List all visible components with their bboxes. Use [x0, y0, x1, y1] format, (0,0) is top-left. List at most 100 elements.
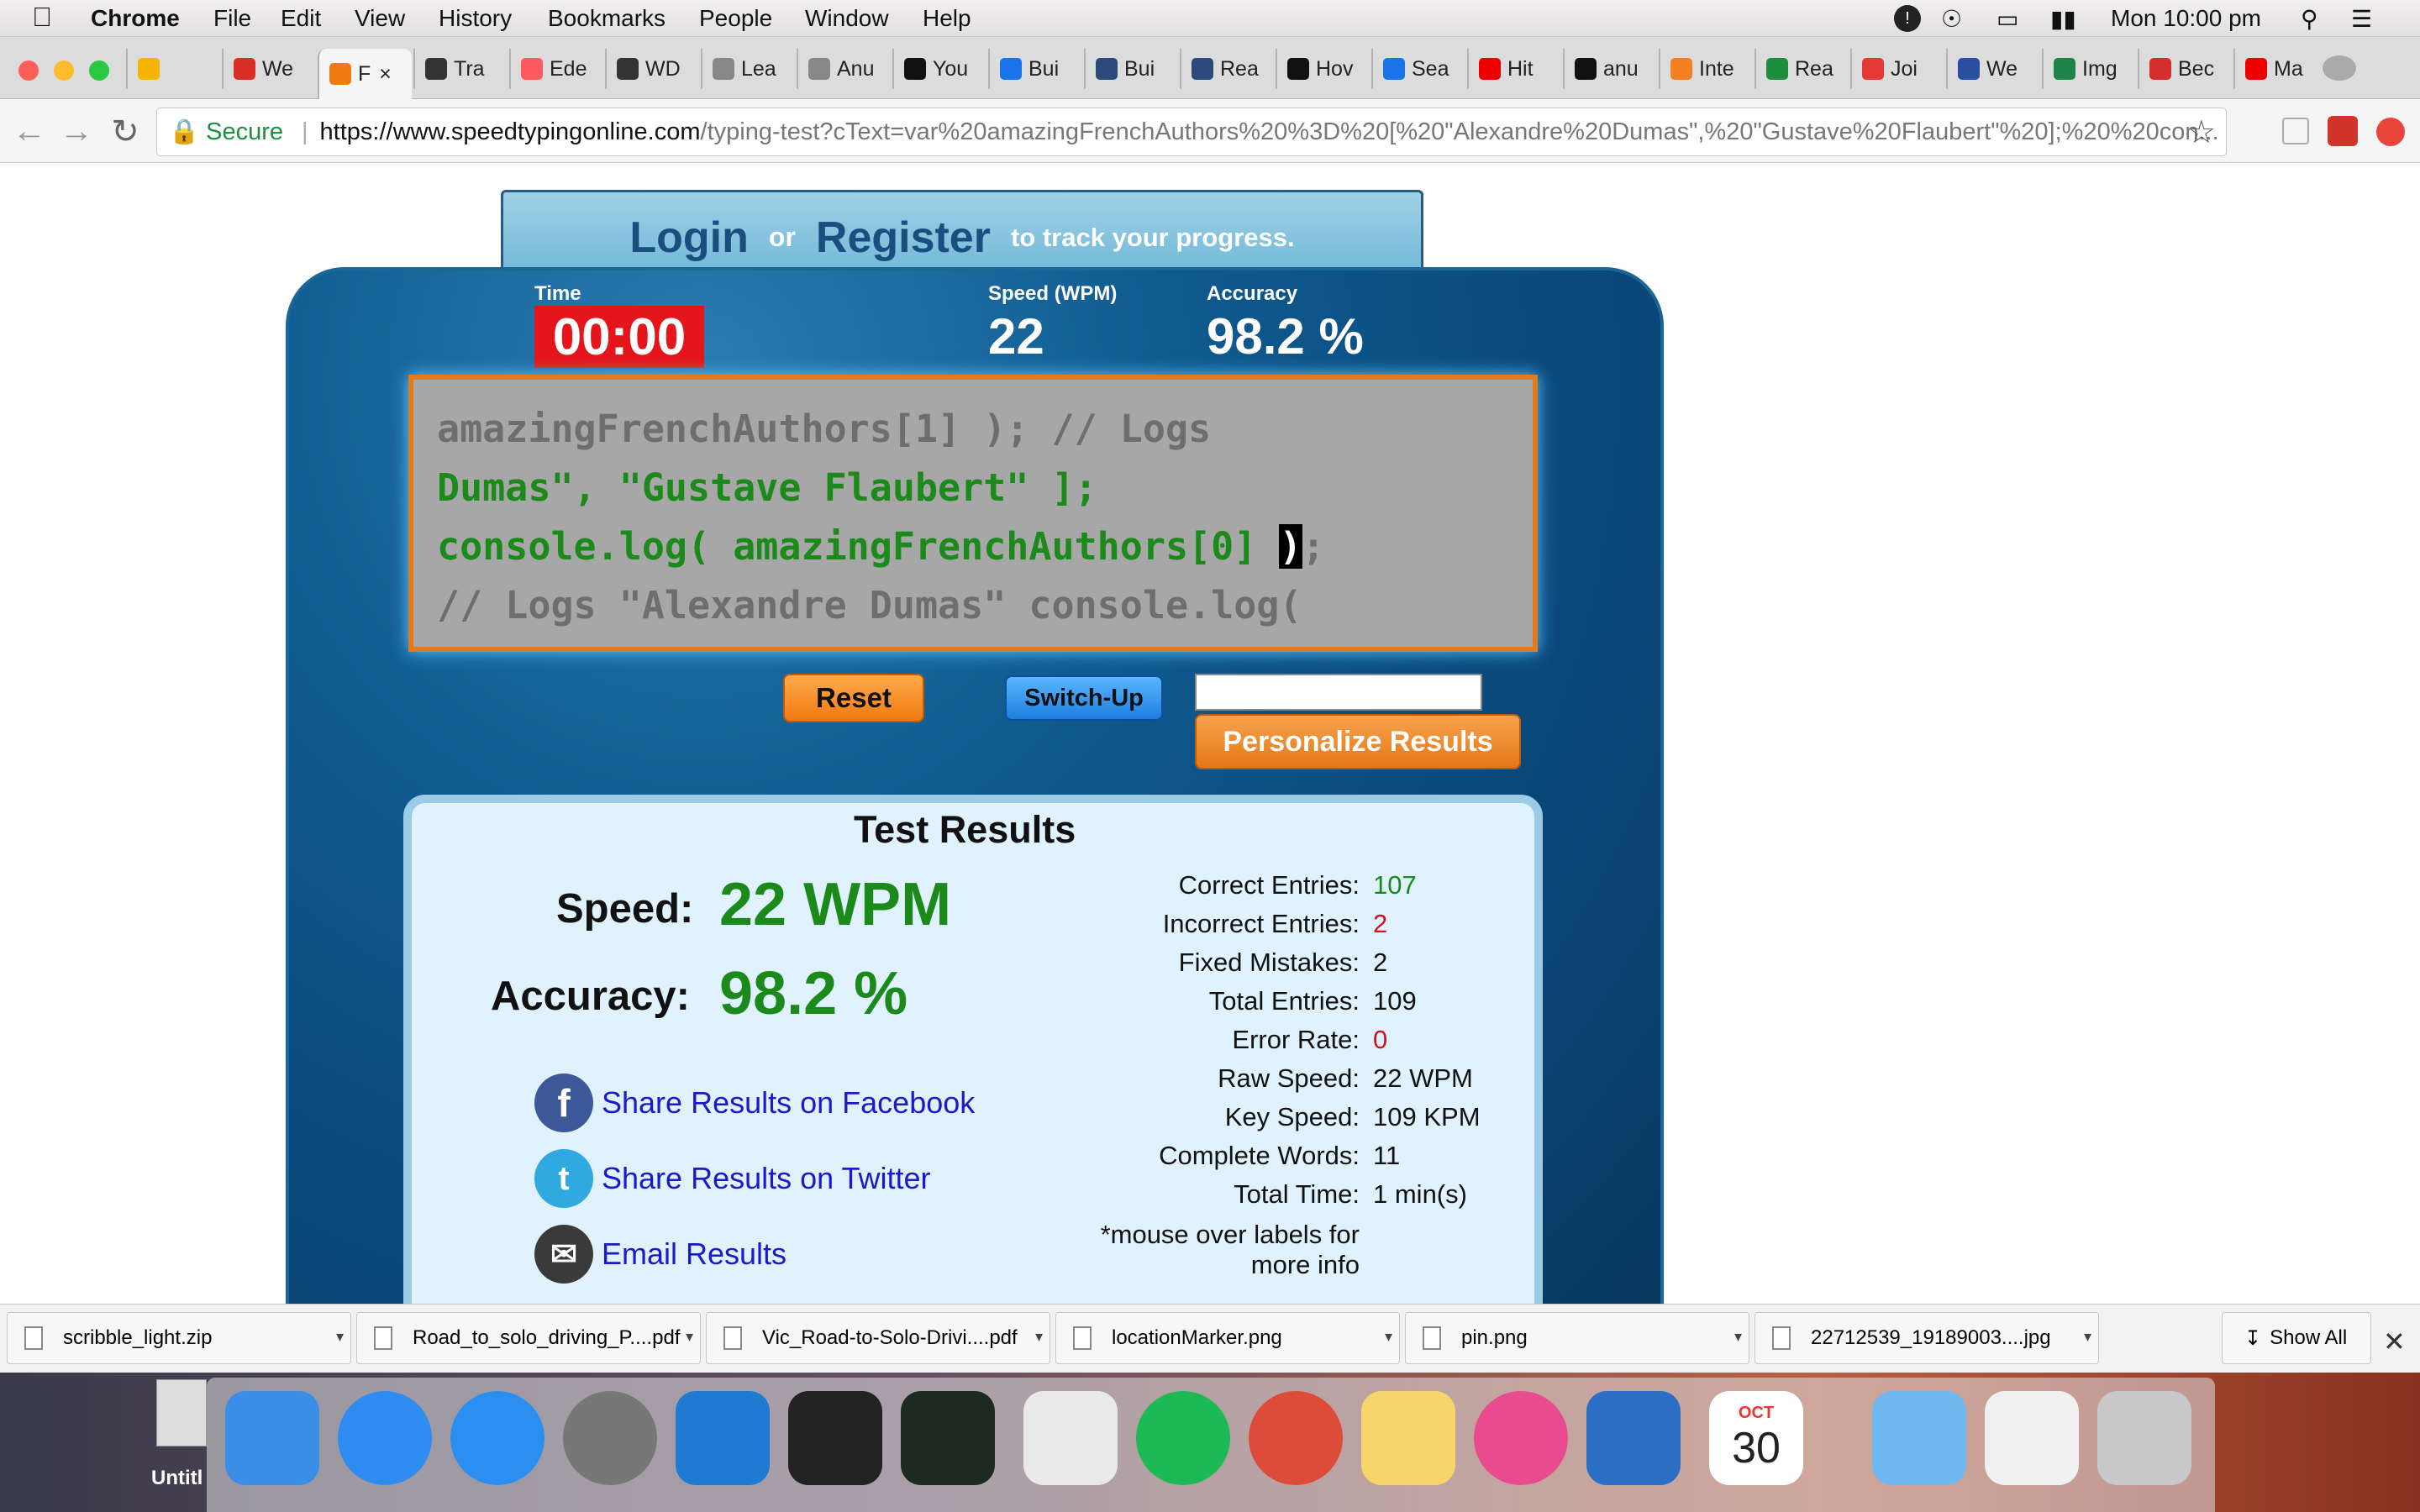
- download-menu-chevron-icon[interactable]: ▾: [2084, 1328, 2091, 1346]
- menu-history[interactable]: History: [439, 5, 512, 32]
- maximize-window-icon[interactable]: [89, 60, 109, 81]
- tab-4[interactable]: Ede: [509, 49, 603, 89]
- airplay-icon[interactable]: ▭: [1996, 5, 2018, 33]
- download-item[interactable]: Road_to_solo_driving_P....pdf ▾: [356, 1312, 701, 1364]
- download-item[interactable]: 22712539_19189003....jpg ▾: [1754, 1312, 2099, 1364]
- tab-21[interactable]: Bec: [2138, 49, 2232, 89]
- apple-icon[interactable]: : [32, 2, 52, 33]
- personalize-results-button[interactable]: Personalize Results: [1195, 714, 1521, 769]
- stat-label[interactable]: Error Rate:: [1232, 1025, 1360, 1055]
- extension-alert-icon[interactable]: [2376, 118, 2405, 146]
- menu-file[interactable]: File: [213, 5, 251, 32]
- vscode-icon[interactable]: [676, 1391, 770, 1485]
- register-link[interactable]: Register: [816, 213, 991, 263]
- stat-label[interactable]: Total Entries:: [1209, 986, 1360, 1016]
- tab-22[interactable]: Ma: [2233, 49, 2328, 89]
- close-window-icon[interactable]: [18, 60, 39, 81]
- desktop-file-thumbnail[interactable]: [156, 1379, 207, 1446]
- address-bar[interactable]: 🔒 Secure | https://www.speedtypingonline…: [156, 108, 2227, 156]
- tab-1[interactable]: We: [222, 49, 316, 89]
- extension-icon[interactable]: [2282, 118, 2309, 144]
- profile-avatar-icon[interactable]: [2323, 55, 2356, 81]
- tab-18[interactable]: Joi: [1850, 49, 1944, 89]
- stat-label[interactable]: Incorrect Entries:: [1163, 909, 1360, 939]
- desktop-file-label[interactable]: Untitl: [151, 1467, 203, 1490]
- menu-view[interactable]: View: [355, 5, 405, 32]
- menu-bookmarks[interactable]: Bookmarks: [548, 5, 666, 32]
- tab-5[interactable]: WD: [605, 49, 699, 89]
- textedit-icon[interactable]: [1023, 1391, 1118, 1485]
- download-menu-chevron-icon[interactable]: ▾: [686, 1328, 693, 1346]
- stat-label[interactable]: Total Time:: [1234, 1179, 1360, 1210]
- tab-6[interactable]: Lea: [701, 49, 795, 89]
- menubar-clock[interactable]: Mon 10:00 pm: [2111, 5, 2261, 32]
- name-input[interactable]: [1195, 674, 1482, 711]
- stat-label[interactable]: Complete Words:: [1159, 1141, 1360, 1171]
- tab-9[interactable]: Bui: [988, 49, 1082, 89]
- menu-edit[interactable]: Edit: [281, 5, 321, 32]
- trash-icon[interactable]: [2097, 1391, 2191, 1485]
- minimize-window-icon[interactable]: [54, 60, 74, 81]
- typing-text-area[interactable]: amazingFrenchAuthors[1] ); // Logs Dumas"…: [408, 375, 1538, 652]
- tab-14[interactable]: Hit: [1467, 49, 1561, 89]
- tab-0[interactable]: [126, 49, 220, 89]
- menu-help[interactable]: Help: [923, 5, 971, 32]
- stat-label[interactable]: Fixed Mistakes:: [1179, 948, 1360, 978]
- stat-label[interactable]: Raw Speed:: [1218, 1063, 1360, 1094]
- tab-2[interactable]: F ×: [318, 49, 412, 99]
- safari-icon[interactable]: [338, 1391, 432, 1485]
- tab-20[interactable]: Img: [2042, 49, 2136, 89]
- wifi-icon[interactable]: ☉: [1941, 5, 1962, 33]
- finder-icon[interactable]: [225, 1391, 319, 1485]
- tab-8[interactable]: You: [892, 49, 986, 89]
- tab-12[interactable]: Hov: [1276, 49, 1370, 89]
- menu-app-name[interactable]: Chrome: [91, 5, 180, 32]
- email-icon[interactable]: ✉: [534, 1225, 593, 1284]
- notes-icon[interactable]: [1361, 1391, 1455, 1485]
- email-results-link[interactable]: Email Results: [602, 1236, 786, 1272]
- tab-19[interactable]: We: [1946, 49, 2040, 89]
- xcode-icon[interactable]: [1586, 1391, 1681, 1485]
- download-menu-chevron-icon[interactable]: ▾: [1734, 1328, 1742, 1346]
- status-indicator-icon[interactable]: !: [1894, 5, 1921, 32]
- activity-monitor-icon[interactable]: [901, 1391, 995, 1485]
- facebook-icon[interactable]: f: [534, 1074, 593, 1132]
- calendar-icon[interactable]: OCT 30: [1709, 1391, 1803, 1485]
- itunes-icon[interactable]: [1474, 1391, 1568, 1485]
- close-shelf-icon[interactable]: ✕: [2383, 1326, 2406, 1357]
- notification-center-icon[interactable]: ☰: [2351, 5, 2372, 33]
- close-tab-icon[interactable]: ×: [379, 62, 392, 87]
- document-icon[interactable]: [1985, 1391, 2079, 1485]
- login-link[interactable]: Login: [629, 213, 749, 263]
- share-twitter-link[interactable]: Share Results on Twitter: [602, 1161, 931, 1196]
- forward-icon[interactable]: →: [55, 113, 97, 150]
- app-store-icon[interactable]: [450, 1391, 544, 1485]
- spotlight-search-icon[interactable]: ⚲: [2301, 5, 2318, 33]
- tab-3[interactable]: Tra: [413, 49, 508, 89]
- ublock-extension-icon[interactable]: [2328, 116, 2358, 146]
- download-menu-chevron-icon[interactable]: ▾: [1385, 1328, 1392, 1346]
- download-item[interactable]: Vic_Road-to-Solo-Drivi....pdf ▾: [706, 1312, 1050, 1364]
- share-facebook-link[interactable]: Share Results on Facebook: [602, 1085, 975, 1121]
- menu-people[interactable]: People: [699, 5, 772, 32]
- folder-icon[interactable]: [1872, 1391, 1966, 1485]
- show-all-downloads-button[interactable]: ↧ Show All: [2222, 1312, 2371, 1364]
- stat-label[interactable]: Key Speed:: [1225, 1102, 1360, 1132]
- terminal-icon[interactable]: [788, 1391, 882, 1485]
- tab-17[interactable]: Rea: [1754, 49, 1849, 89]
- download-item[interactable]: locationMarker.png ▾: [1055, 1312, 1400, 1364]
- tab-7[interactable]: Anu: [797, 49, 891, 89]
- reload-icon[interactable]: ↻: [104, 113, 146, 151]
- chrome-icon[interactable]: [1249, 1391, 1343, 1485]
- switch-up-button[interactable]: Switch-Up: [1005, 675, 1163, 721]
- tab-11[interactable]: Rea: [1180, 49, 1274, 89]
- tab-15[interactable]: anu: [1563, 49, 1657, 89]
- battery-icon[interactable]: ▮▮: [2050, 5, 2076, 33]
- back-icon[interactable]: ←: [8, 113, 50, 150]
- download-menu-chevron-icon[interactable]: ▾: [1035, 1328, 1043, 1346]
- download-menu-chevron-icon[interactable]: ▾: [336, 1328, 344, 1346]
- download-item[interactable]: scribble_light.zip ▾: [7, 1312, 351, 1364]
- menu-window[interactable]: Window: [805, 5, 889, 32]
- tab-16[interactable]: Inte: [1659, 49, 1753, 89]
- download-item[interactable]: pin.png ▾: [1405, 1312, 1749, 1364]
